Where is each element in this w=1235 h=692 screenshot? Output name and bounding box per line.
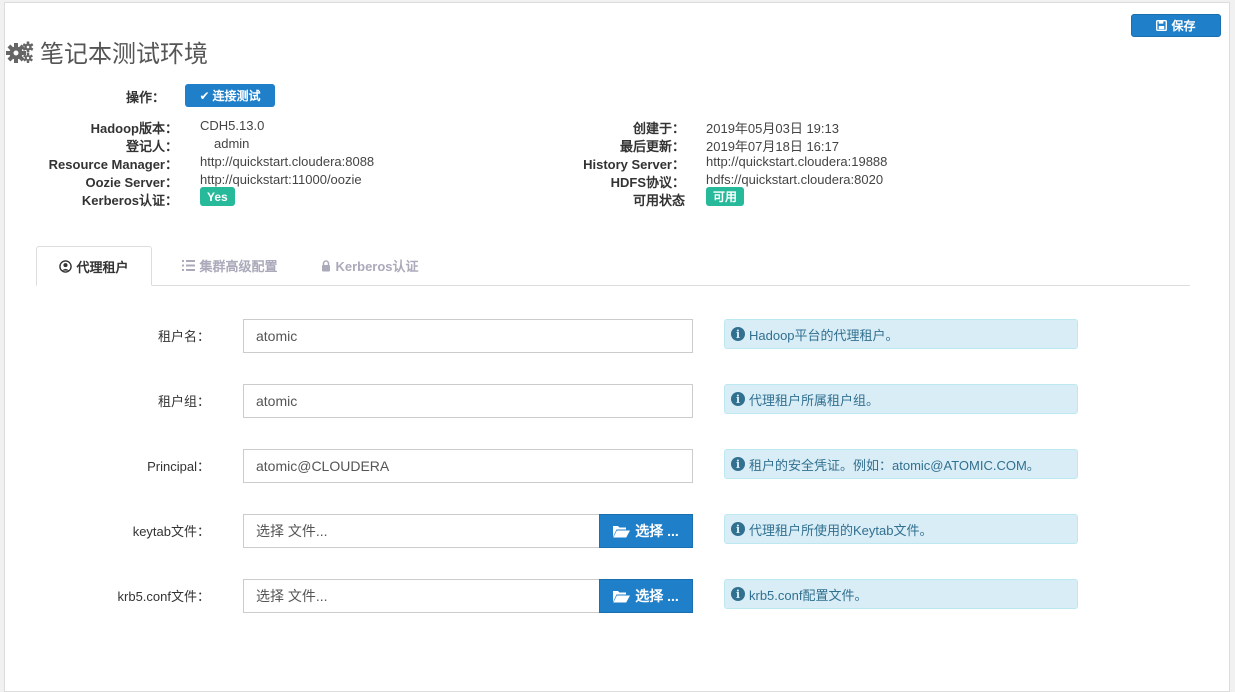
connection-test-button[interactable]: ✔ 连接测试	[185, 84, 275, 107]
tab-cluster-advanced-config[interactable]: 集群高级配置	[166, 246, 294, 285]
history-server-value: http://quickstart.cloudera:19888	[706, 154, 888, 169]
folder-open-icon	[613, 525, 631, 537]
tenant-name-help: i Hadoop平台的代理租户。	[724, 319, 1078, 349]
folder-open-icon	[613, 590, 631, 602]
tenant-name-help-text: Hadoop平台的代理租户。	[749, 327, 899, 343]
tab-proxy-tenant[interactable]: 代理租户	[36, 246, 152, 286]
principal-help-text: 租户的安全凭证。例如：atomic@ATOMIC.COM。	[749, 457, 1040, 473]
krb5-browse-label: 选择 ...	[635, 588, 679, 604]
hdfs-protocol-label: HDFS协议：	[610, 175, 685, 190]
krb5-conf-file-input[interactable]: 选择 文件...	[243, 579, 599, 613]
krb5-browse-button[interactable]: 选择 ...	[599, 579, 693, 613]
registrant-value: admin	[214, 136, 250, 151]
tenant-name-label: 租户名：	[157, 329, 210, 344]
page-title-text: 笔记本测试环境	[40, 41, 208, 68]
page-title: 笔记本测试环境	[6, 34, 208, 69]
save-button-label: 保存	[1171, 19, 1196, 33]
registrant-label: 登记人：	[125, 139, 178, 154]
last-updated-value: 2019年07月18日 16:17	[706, 139, 839, 154]
hadoop-version-label: Hadoop版本：	[90, 121, 178, 136]
availability-label: 可用状态	[632, 193, 685, 208]
krb5-help-text: krb5.conf配置文件。	[749, 587, 868, 603]
kerberos-auth-label: Kerberos认证：	[81, 193, 178, 208]
tabs-divider	[36, 285, 1190, 286]
krb5-conf-label: krb5.conf文件：	[117, 589, 210, 604]
keytab-help-text: 代理租户所使用的Keytab文件。	[749, 522, 933, 538]
lock-icon	[322, 259, 331, 271]
keytab-browse-button[interactable]: 选择 ...	[599, 514, 693, 548]
check-icon: ✔	[199, 88, 210, 103]
info-icon: i	[731, 587, 745, 601]
created-at-label: 创建于：	[632, 121, 685, 136]
tab-proxy-tenant-label: 代理租户	[76, 259, 129, 275]
keytab-file-input[interactable]: 选择 文件...	[243, 514, 599, 548]
principal-help: i 租户的安全凭证。例如：atomic@ATOMIC.COM。	[724, 449, 1078, 479]
info-icon: i	[731, 457, 745, 471]
resource-manager-value: http://quickstart.cloudera:8088	[200, 154, 375, 169]
tenant-group-input[interactable]	[243, 384, 693, 418]
floppy-disk-icon	[1156, 20, 1168, 31]
hadoop-version-value: CDH5.13.0	[200, 118, 265, 133]
keytab-file-label: keytab文件：	[132, 524, 210, 539]
tenant-group-help: i 代理租户所属租户组。	[724, 384, 1078, 414]
oozie-server-label: Oozie Server：	[85, 175, 179, 190]
history-server-label: History Server：	[583, 157, 685, 172]
oozie-server-value: http://quickstart:11000/oozie	[200, 172, 362, 187]
info-icon: i	[731, 327, 745, 341]
info-icon: i	[731, 522, 745, 536]
created-at-value: 2019年05月03日 19:13	[706, 121, 839, 136]
list-icon	[182, 260, 196, 271]
tab-kerberos-auth-label: Kerberos认证	[335, 259, 419, 274]
krb5-help: i krb5.conf配置文件。	[724, 579, 1078, 609]
keytab-help: i 代理租户所使用的Keytab文件。	[724, 514, 1078, 544]
principal-input[interactable]	[243, 449, 693, 483]
tab-cluster-advanced-config-label: 集群高级配置	[199, 259, 278, 274]
kerberos-status-badge: Yes	[200, 187, 235, 206]
connection-test-label: 连接测试	[212, 89, 261, 103]
operations-label: 操作：	[125, 90, 165, 105]
tab-kerberos-auth[interactable]: Kerberos认证	[310, 246, 430, 285]
user-circle-icon	[59, 259, 73, 273]
resource-manager-label: Resource Manager：	[48, 157, 178, 172]
info-icon: i	[731, 392, 745, 406]
keytab-browse-label: 选择 ...	[635, 523, 679, 539]
tenant-group-help-text: 代理租户所属租户组。	[749, 392, 880, 408]
principal-label: Principal：	[147, 459, 210, 474]
last-updated-label: 最后更新：	[619, 139, 685, 154]
save-button[interactable]: 保存	[1131, 14, 1221, 37]
tenant-group-label: 租户组：	[157, 394, 210, 409]
gears-icon	[6, 41, 34, 63]
hdfs-protocol-value: hdfs://quickstart.cloudera:8020	[706, 172, 884, 187]
availability-badge: 可用	[706, 187, 745, 206]
tenant-name-input[interactable]	[243, 319, 693, 353]
